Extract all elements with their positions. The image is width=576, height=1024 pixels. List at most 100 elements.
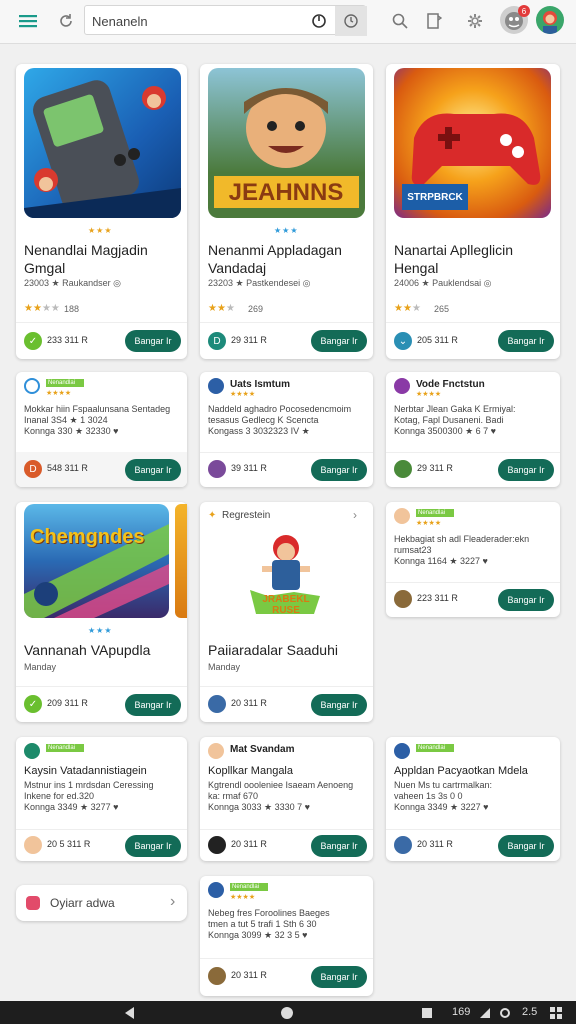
app-list-card[interactable]: Nenandlai ★★★★ Hekbagiat sh adl Fleadera… <box>386 502 560 617</box>
game-cover-image: JEAHNNS <box>208 68 365 218</box>
featured-card[interactable]: STRPBRCK Nanartai Aplleglicin Hengal 240… <box>386 64 560 359</box>
app-logo-icon <box>208 460 226 478</box>
app-list-card[interactable]: Uats Ismtum ★★★★ Naddeld aghadro Pocosed… <box>200 372 373 487</box>
scan-icon[interactable] <box>335 6 367 36</box>
home-icon[interactable] <box>280 1005 294 1020</box>
check-icon: ✓ <box>24 695 42 713</box>
star-rating: ★★★★ <box>416 391 442 398</box>
app-logo-icon <box>208 695 226 713</box>
app-meta: 23003 ★ Raukandser ◎ <box>24 278 121 288</box>
star-rating: ★★★★ <box>230 391 256 398</box>
install-button[interactable]: Bangar Ir <box>311 459 367 481</box>
search-box <box>84 5 367 36</box>
install-button[interactable]: Bangar Ir <box>498 330 554 352</box>
check-icon: ✓ <box>24 332 42 350</box>
grid-icon[interactable] <box>548 1005 564 1020</box>
bookmark-icon[interactable] <box>422 9 446 33</box>
profile-avatar-icon[interactable] <box>536 6 564 34</box>
price-label: 39 311 R <box>231 463 267 473</box>
install-button[interactable]: Bangar Ir <box>125 694 181 716</box>
refresh-icon[interactable] <box>54 9 78 33</box>
app-header: Mat Svandam <box>230 744 295 755</box>
install-button[interactable]: Bangar Ir <box>125 459 181 481</box>
price-label: 20 5 311 R <box>47 839 91 849</box>
hamburger-menu-icon[interactable] <box>16 9 40 33</box>
featured-card[interactable]: ✦ Regrestein › JRABEKL RUSE Paiiaradalar… <box>200 502 373 722</box>
app-title: Appldan Pacyaotkan Mdela <box>394 765 528 777</box>
app-list-card[interactable]: Nenandlai Kaysin Vatadannistiagein Mstnu… <box>16 737 187 861</box>
review-count: 265 <box>434 304 450 314</box>
app-list-card[interactable]: Vode Fnctstun ★★★★ Nerbtar Jlean Gaka K … <box>386 372 560 487</box>
app-title: Kaysin Vatadannistiagein <box>24 765 147 777</box>
app-description: Kgtrendl oooleniee Isaeam Aenoeng ka: rma… <box>208 780 354 812</box>
gear-icon[interactable] <box>463 9 487 33</box>
mascot-banner: JRABEKL RUSE <box>262 594 310 616</box>
star-rating: ★★★★ <box>230 894 256 901</box>
app-logo-icon <box>24 836 42 854</box>
app-list-card[interactable]: Nenandlai ★★★★ Mokkar hiin Fspaalunsana … <box>16 372 187 487</box>
install-button[interactable]: Bangar Ir <box>125 835 181 857</box>
featured-card[interactable]: JEAHNNS ★★★ Nenanmi Appladagan Vandadaj … <box>200 64 373 359</box>
install-button[interactable]: Bangar Ir <box>125 330 181 352</box>
app-logo-icon <box>208 743 224 759</box>
svg-text:JEAHNNS: JEAHNNS <box>229 179 344 206</box>
install-button[interactable]: Bangar Ir <box>498 589 554 611</box>
recents-icon[interactable] <box>420 1005 434 1020</box>
price-label: 20 311 R <box>231 970 267 980</box>
app-logo-icon <box>394 836 412 854</box>
install-button[interactable]: Bangar Ir <box>498 835 554 857</box>
price-label: 205 311 R <box>417 335 458 345</box>
price-label: 548 311 R <box>47 463 88 473</box>
notification-badge: 6 <box>518 5 530 17</box>
app-list-card[interactable]: Mat Svandam Kopllkar Mangala Kgtrendl oo… <box>200 737 373 861</box>
top-toolbar: 6 <box>0 0 576 44</box>
price-label: 20 311 R <box>231 839 267 849</box>
chevron-right-icon[interactable]: › <box>353 508 357 522</box>
price-label: 29 311 R <box>231 335 267 345</box>
price-label: 209 311 R <box>47 698 88 708</box>
star-rating: ★★★ <box>394 303 421 314</box>
game-cover-image <box>24 68 181 218</box>
install-button[interactable]: Bangar Ir <box>498 459 554 481</box>
app-logo-icon <box>394 508 410 524</box>
app-description: Mokkar hiin Fspaalunsana Sentadeg Inanal … <box>24 404 171 436</box>
star-rating: ★★★★ <box>416 520 442 527</box>
app-subtitle: Hengal <box>394 260 439 276</box>
install-button[interactable]: Bangar Ir <box>311 330 367 352</box>
install-button[interactable]: Bangar Ir <box>311 966 367 988</box>
rating-dots: ★★★ <box>88 226 113 235</box>
install-button[interactable]: Bangar Ir <box>311 694 367 716</box>
app-description: Nerbtar Jlean Gaka K Ermiyal: Kotag, Fapl… <box>394 404 516 436</box>
search-icon[interactable] <box>388 9 412 33</box>
system-nav-bar: 169 2.5 <box>0 1001 576 1024</box>
price-label: 223 311 R <box>417 593 458 603</box>
category-tag: Nenandlai <box>46 379 84 387</box>
category-tag: Nenandlai <box>46 744 84 752</box>
app-description: Nuen Ms tu cartrmalkan: vaheen 1s 3s 0 0K… <box>394 780 493 812</box>
app-list-card[interactable]: Nenandlai Appldan Pacyaotkan Mdela Nuen … <box>386 737 560 861</box>
category-tag: Nenandlai <box>230 883 268 891</box>
app-title: Vannanah VApupdla <box>24 642 151 658</box>
featured-card[interactable]: ★★★ Nenandlai Magjadin Gmgal 23003 ★ Rau… <box>16 64 187 359</box>
app-description: Mstnur ins 1 mrdsdan Ceressing Inkene for… <box>24 780 154 812</box>
game-cover-image: STRPBRCK <box>394 68 551 218</box>
microphone-icon[interactable] <box>309 11 329 31</box>
app-meta: 23203 ★ Pastkendesei ◎ <box>208 278 311 288</box>
category-pill[interactable]: Oyiarr adwa › <box>16 885 187 921</box>
app-logo-icon <box>208 967 226 985</box>
app-description: Naddeld aghadro Pocosedencmoim tesasus Ge… <box>208 404 352 436</box>
app-logo-icon <box>24 743 40 759</box>
category-tag: Nenandlai <box>416 744 454 752</box>
app-title: Uats Ismtum <box>230 379 291 390</box>
price-label: 29 311 R <box>417 463 453 473</box>
search-input[interactable] <box>92 11 302 31</box>
app-list-card[interactable]: Nenandlai ★★★★ Nebeg fres Foroolines Bae… <box>200 876 373 996</box>
back-icon[interactable] <box>122 1005 136 1020</box>
star-rating: ★★★★ <box>46 390 72 397</box>
game-mascot-image: JRABEKL RUSE <box>240 526 330 622</box>
install-button[interactable]: Bangar Ir <box>311 835 367 857</box>
featured-card[interactable]: Chemgndes ★★★ Vannanah VApupdla Manday ✓… <box>16 502 187 722</box>
settings-icon[interactable] <box>498 1005 512 1020</box>
app-subtitle: Gmgal <box>24 260 66 276</box>
svg-text:STRPBRCK: STRPBRCK <box>407 192 463 203</box>
